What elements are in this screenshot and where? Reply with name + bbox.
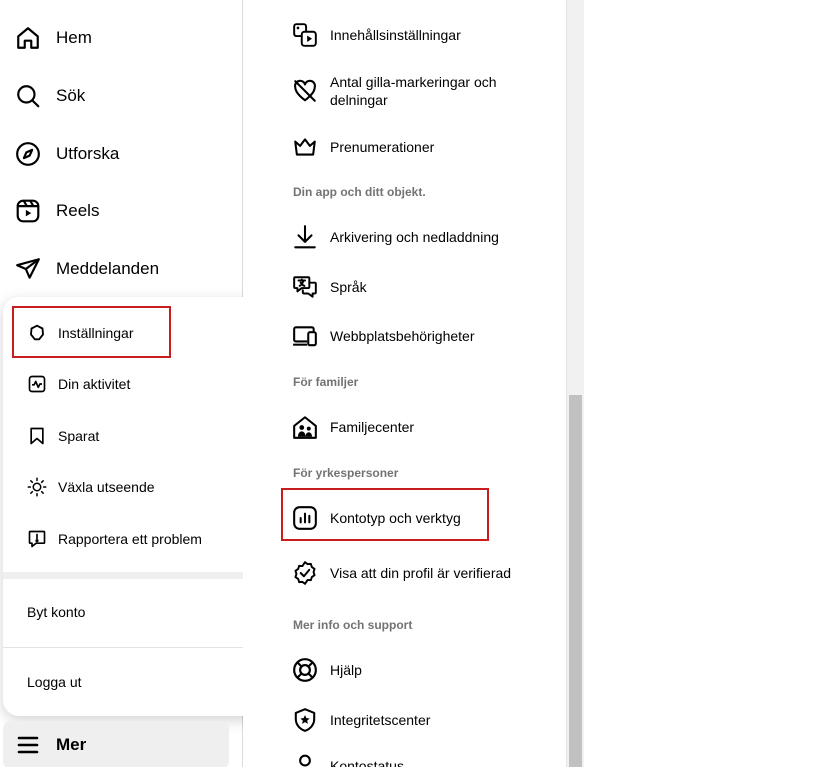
family-home-icon (292, 414, 318, 440)
settings-item-account-type-tools[interactable]: Kontotyp och verktyg (243, 505, 566, 531)
bookmark-icon (27, 426, 47, 446)
nav-item-label: Utforska (56, 144, 120, 163)
settings-item-label: Webbplatsbehörigheter (330, 328, 475, 344)
bar-chart-icon (292, 505, 318, 531)
settings-item-label: Arkivering och nedladdning (330, 229, 499, 245)
settings-item-label: Hjälp (330, 662, 362, 678)
settings-item-label: Innehållsinställningar (330, 27, 461, 43)
switch-account-button[interactable]: Byt konto (27, 604, 85, 620)
compass-icon (15, 141, 41, 167)
settings-item-label: Familjecenter (330, 419, 415, 435)
main-content-area (584, 0, 833, 767)
more-menu-popup: Inställningar Din aktivitet Sparat Växla… (3, 297, 276, 716)
lifebuoy-icon (292, 657, 318, 683)
menu-item-label: Inställningar (58, 325, 134, 341)
settings-item-label: Antal gilla-markeringar och delningar (330, 74, 497, 108)
devices-icon (292, 323, 318, 349)
settings-item-label: Språk (330, 279, 367, 295)
menu-item-label: Växla utseende (58, 479, 155, 495)
settings-item-likes-shares[interactable]: Antal gilla-markeringar och delningar (243, 73, 566, 109)
settings-list: Innehållsinställningar Antal gilla-marke… (243, 0, 566, 767)
settings-item-label: Kontotyp och verktyg (330, 510, 461, 526)
menu-divider (3, 572, 276, 579)
nav-item-explore[interactable]: Utforska (0, 130, 240, 178)
settings-item-subscriptions[interactable]: Prenumerationer (243, 134, 566, 160)
crown-icon (292, 134, 318, 160)
settings-item-website-permissions[interactable]: Webbplatsbehörigheter (243, 323, 566, 349)
person-icon (292, 753, 318, 767)
download-icon (292, 224, 318, 250)
menu-divider-line (3, 647, 276, 648)
heart-crossed-icon (292, 78, 318, 104)
menu-item-saved[interactable]: Sparat (3, 414, 276, 458)
more-button-label: Mer (56, 735, 87, 754)
section-heading-family: För familjer (293, 375, 359, 389)
menu-item-label: Rapportera ett problem (58, 531, 202, 547)
settings-item-language[interactable]: Språk (243, 274, 566, 300)
settings-item-label: Kontostatus (330, 758, 404, 767)
settings-item-help[interactable]: Hjälp (243, 657, 566, 683)
gear-icon (27, 323, 47, 343)
menu-item-appearance[interactable]: Växla utseende (3, 465, 276, 509)
settings-item-label: Visa att din profil är verifierad (330, 565, 512, 581)
nav-item-search[interactable]: Sök (0, 72, 240, 120)
nav-item-label: Hem (56, 28, 92, 47)
nav-item-reels[interactable]: Reels (0, 187, 240, 235)
sun-icon (27, 477, 47, 497)
reels-icon (15, 198, 41, 224)
menu-item-label: Din aktivitet (58, 376, 131, 392)
content-settings-icon (292, 22, 318, 48)
settings-scrollbar[interactable] (566, 0, 584, 767)
language-icon (292, 274, 318, 300)
settings-item-privacy-center[interactable]: Integritetscenter (243, 707, 566, 733)
scrollbar-thumb[interactable] (569, 395, 582, 767)
shield-star-icon (292, 707, 318, 733)
nav-item-messages[interactable]: Meddelanden (0, 245, 240, 293)
settings-item-account-status[interactable]: Kontostatus (243, 753, 566, 767)
hamburger-menu-icon (16, 733, 40, 757)
search-icon (15, 83, 41, 109)
settings-item-label: Integritetscenter (330, 712, 431, 728)
verified-badge-icon (292, 560, 318, 586)
settings-item-family-center[interactable]: Familjecenter (243, 414, 566, 440)
menu-item-activity[interactable]: Din aktivitet (3, 362, 276, 406)
settings-item-verified[interactable]: Visa att din profil är verifierad (243, 555, 566, 591)
settings-item-content[interactable]: Innehållsinställningar (243, 22, 566, 48)
nav-item-label: Meddelanden (56, 259, 160, 278)
nav-item-label: Sök (56, 86, 86, 105)
home-icon (15, 25, 41, 51)
menu-item-label: Sparat (58, 428, 100, 444)
report-icon (27, 529, 47, 549)
settings-item-archive-download[interactable]: Arkivering och nedladdning (243, 224, 566, 250)
left-navigation: Hem Sök Utforska Reels Meddelanden Instä… (0, 0, 276, 767)
activity-icon (27, 374, 47, 394)
section-heading-professionals: För yrkespersoner (293, 466, 399, 480)
more-button[interactable]: Mer (3, 721, 229, 767)
send-icon (15, 256, 41, 282)
menu-item-report-problem[interactable]: Rapportera ett problem (3, 517, 276, 561)
settings-item-label: Prenumerationer (330, 139, 435, 155)
section-heading-app: Din app och ditt objekt. (293, 185, 426, 199)
nav-item-label: Reels (56, 201, 100, 220)
logout-button[interactable]: Logga ut (27, 674, 82, 690)
menu-item-settings[interactable]: Inställningar (3, 311, 276, 355)
section-heading-support: Mer info och support (293, 618, 413, 632)
nav-item-home[interactable]: Hem (0, 14, 240, 62)
